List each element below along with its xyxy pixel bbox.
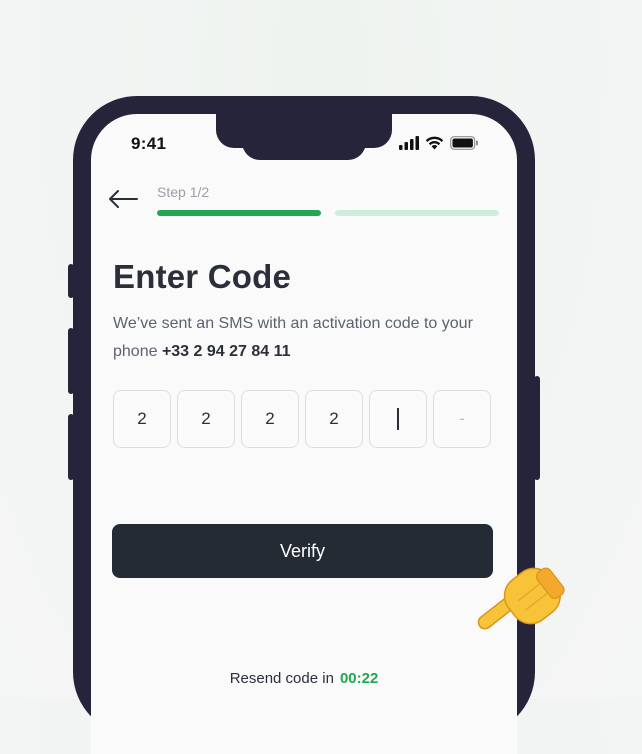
progress-step-2: [335, 210, 499, 216]
resend-label: Resend code in: [229, 670, 334, 687]
phone-power-button: [534, 376, 540, 480]
page-title: Enter Code: [113, 258, 292, 295]
code-digit-2-value: 2: [201, 409, 211, 428]
cellular-signal-icon: [399, 136, 419, 150]
dynamic-island: [242, 124, 366, 160]
pointing-hand-icon: [477, 567, 565, 630]
code-digit-5[interactable]: [369, 390, 427, 448]
phone-screen: 9:41 Step 1/2 Enter Code We’ve sent an S…: [91, 114, 517, 754]
phone-volume-up-button: [68, 328, 74, 394]
page-subtitle: We’ve sent an SMS with an activation cod…: [113, 310, 503, 366]
code-digit-4[interactable]: 2: [305, 390, 363, 448]
code-digit-4-value: 2: [329, 409, 339, 428]
code-digit-1[interactable]: 2: [113, 390, 171, 448]
code-digit-6-placeholder: -: [459, 409, 465, 428]
code-digit-1-value: 2: [137, 409, 147, 428]
status-bar-icons: [399, 136, 479, 150]
arrow-left-icon[interactable]: [107, 187, 139, 211]
code-digit-3-value: 2: [265, 409, 275, 428]
battery-icon: [450, 136, 478, 150]
code-digit-3[interactable]: 2: [241, 390, 299, 448]
wifi-icon: [425, 136, 444, 150]
verify-button[interactable]: Verify: [112, 524, 493, 578]
text-caret: [397, 408, 399, 430]
code-digit-2[interactable]: 2: [177, 390, 235, 448]
resend-code-row: Resend code in 00:22: [91, 670, 517, 687]
phone-side-button: [68, 264, 74, 298]
code-digit-6[interactable]: -: [433, 390, 491, 448]
phone-number: +33 2 94 27 84 11: [161, 343, 291, 360]
phone-volume-down-button: [68, 414, 74, 480]
progress-step-1: [157, 210, 321, 216]
step-label: Step 1/2: [157, 184, 210, 200]
status-bar-time: 9:41: [131, 134, 167, 153]
resend-timer: 00:22: [339, 670, 379, 687]
app-body: { "status_bar": { "time": "9:41", "icons…: [0, 0, 642, 754]
